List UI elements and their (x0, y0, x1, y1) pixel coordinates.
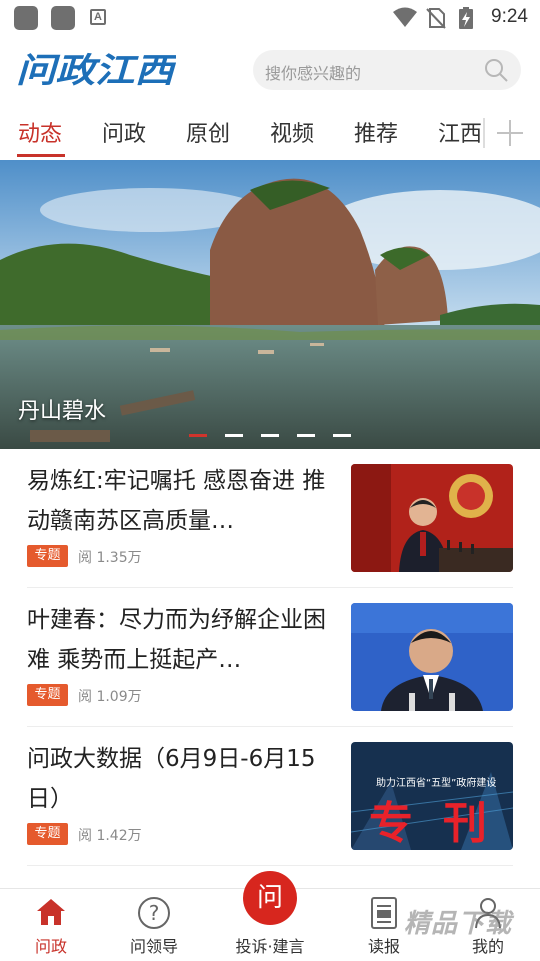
active-tab-indicator (17, 154, 65, 157)
search-bar[interactable]: 搜你感兴趣的 (253, 50, 521, 90)
carousel-dot[interactable] (225, 434, 243, 437)
news-thumbnail: 助力江西省“五型”政府建设 专刊 (351, 742, 513, 850)
nav-label: 问领导 (129, 937, 178, 956)
topic-badge: 专题 (27, 823, 68, 845)
battery-charging-icon (459, 7, 473, 29)
news-item[interactable]: 叶建春：尽力而为纾解企业困难 乘势而上挺起产… 专题 阅 1.09万 (0, 588, 540, 727)
thumbnail-big-text: 专刊 (369, 798, 513, 849)
tab-tuijian[interactable]: 推荐 (354, 116, 398, 148)
carousel-dot[interactable] (333, 434, 351, 437)
topic-badge: 专题 (27, 545, 68, 567)
nav-label: 投诉·建言 (235, 937, 305, 956)
carousel-dot[interactable] (261, 434, 279, 437)
tab-dongtai[interactable]: 动态 (18, 116, 62, 148)
banner-carousel[interactable]: 丹山碧水 (0, 160, 540, 449)
search-icon[interactable] (483, 57, 509, 83)
news-thumbnail (351, 464, 513, 572)
view-count: 阅 1.35万 (78, 550, 142, 566)
app-logo[interactable]: 问政江西 (16, 50, 176, 90)
tab-yuanchuang[interactable]: 原创 (186, 116, 230, 148)
news-thumbnail (351, 603, 513, 711)
wifi-icon (393, 7, 417, 27)
clock: 9:24 (491, 6, 528, 27)
news-title: 叶建春：尽力而为纾解企业困难 乘势而上挺起产… (27, 607, 326, 673)
tab-shipin[interactable]: 视频 (270, 116, 314, 148)
app-header: 问政江西 搜你感兴趣的 (0, 36, 540, 104)
newspaper-icon (371, 897, 397, 929)
tab-wenzheng[interactable]: 问政 (102, 116, 146, 148)
tab-jiangxi[interactable]: 江西 (438, 116, 482, 148)
carousel-indicator (189, 434, 389, 438)
home-icon (37, 899, 65, 925)
view-count: 阅 1.42万 (78, 828, 142, 844)
thumbnail-banner-text: 助力江西省“五型”政府建设 (376, 776, 496, 789)
carousel-dot[interactable] (189, 434, 207, 437)
carousel-dot[interactable] (297, 434, 315, 437)
nav-home[interactable]: 问政 (6, 889, 96, 961)
bottom-navigation: 问政 ? 问领导 投诉·建言 问 读报 我的 精品下载 (0, 871, 540, 961)
news-title: 问政大数据（6月9日-6月15日） (27, 746, 316, 812)
status-bar: A 9:24 (0, 0, 540, 36)
tab-divider (483, 118, 485, 148)
category-tabs: 动态 问政 原创 视频 推荐 江西 (0, 104, 540, 160)
news-item[interactable]: 问政大数据（6月9日-6月15日） 专题 阅 1.42万 助力江西省“五型”政府… (0, 727, 540, 866)
app-notification-icon (14, 6, 38, 30)
svg-text:?: ? (149, 901, 160, 925)
font-notification-icon: A (90, 9, 106, 25)
topic-badge: 专题 (27, 684, 68, 706)
view-count: 阅 1.09万 (78, 689, 142, 705)
add-channel-icon[interactable] (495, 118, 525, 148)
nav-ask-leader[interactable]: ? 问领导 (109, 889, 199, 961)
news-title: 易炼红:牢记嘱托 感恩奋进 推动赣南苏区高质量… (27, 468, 326, 534)
nav-label: 问政 (34, 937, 67, 956)
no-sim-icon (426, 8, 446, 29)
news-item[interactable]: 易炼红:牢记嘱托 感恩奋进 推动赣南苏区高质量… 专题 阅 1.35万 (0, 449, 540, 588)
app-notification-icon (51, 6, 75, 30)
divider (27, 865, 513, 866)
question-icon: ? (138, 897, 170, 929)
search-input[interactable]: 搜你感兴趣的 (265, 60, 361, 84)
watermark: 精品下载 (404, 908, 513, 938)
complaint-icon[interactable]: 问 (243, 871, 297, 925)
logo-text: 问政江西 (16, 51, 176, 90)
banner-caption: 丹山碧水 (18, 399, 107, 424)
